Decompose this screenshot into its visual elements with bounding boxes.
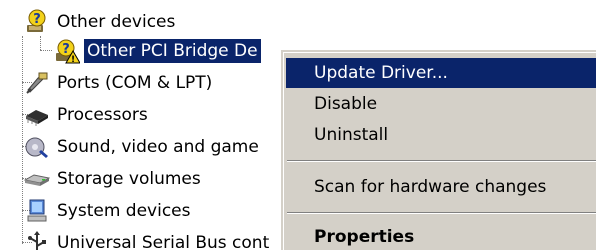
- svg-text:?: ?: [33, 12, 41, 27]
- port-icon: [24, 70, 50, 96]
- tree-item-label: Processors: [57, 104, 148, 125]
- tree-item-label: Storage volumes: [57, 168, 201, 189]
- processor-icon: [24, 102, 50, 128]
- menu-separator: [287, 160, 596, 162]
- tree-item-label: Other devices: [57, 11, 176, 32]
- tree-item-label: Other PCI Bridge De: [84, 38, 261, 63]
- tree-item-processors[interactable]: Processors: [24, 99, 151, 130]
- sound-icon: [24, 134, 50, 160]
- device-manager-view: ? Other devices ? ! Other PCI Bridge De: [0, 0, 596, 250]
- usb-icon: [24, 230, 50, 250]
- tree-item-sound[interactable]: Sound, video and game: [24, 131, 262, 162]
- tree-item-usb[interactable]: Universal Serial Bus cont: [24, 227, 272, 250]
- tree-item-system-devices[interactable]: System devices: [24, 195, 194, 226]
- tree-connector-line: [22, 36, 23, 244]
- tree-connector-line: [40, 36, 41, 50]
- tree-item-label: Universal Serial Bus cont: [57, 232, 270, 250]
- svg-text:?: ?: [62, 42, 70, 57]
- menu-item-disable[interactable]: Disable: [286, 89, 596, 119]
- tree-item-label: System devices: [57, 200, 191, 221]
- menu-item-update-driver[interactable]: Update Driver...: [286, 58, 596, 88]
- tree-item-label: Ports (COM & LPT): [57, 72, 213, 93]
- tree-connector-line: [40, 50, 52, 51]
- unknown-device-warning-icon: ? !: [54, 38, 80, 64]
- tree-item-ports[interactable]: Ports (COM & LPT): [24, 67, 215, 98]
- storage-volume-icon: [24, 166, 50, 192]
- system-device-icon: [24, 198, 50, 224]
- tree-item-label: Sound, video and game: [57, 136, 259, 157]
- unknown-device-icon: ?: [24, 9, 50, 35]
- menu-item-uninstall[interactable]: Uninstall: [286, 120, 596, 150]
- tree-item-other-devices[interactable]: ? Other devices: [24, 6, 178, 37]
- menu-item-scan-hardware[interactable]: Scan for hardware changes: [286, 172, 596, 202]
- menu-separator: [287, 212, 596, 214]
- context-menu: Update Driver... Disable Uninstall Scan …: [282, 51, 596, 250]
- tree-item-other-pci-bridge[interactable]: ? ! Other PCI Bridge De: [54, 35, 261, 66]
- svg-text:!: !: [71, 55, 75, 64]
- tree-item-storage-volumes[interactable]: Storage volumes: [24, 163, 204, 194]
- menu-item-properties[interactable]: Properties: [286, 222, 596, 250]
